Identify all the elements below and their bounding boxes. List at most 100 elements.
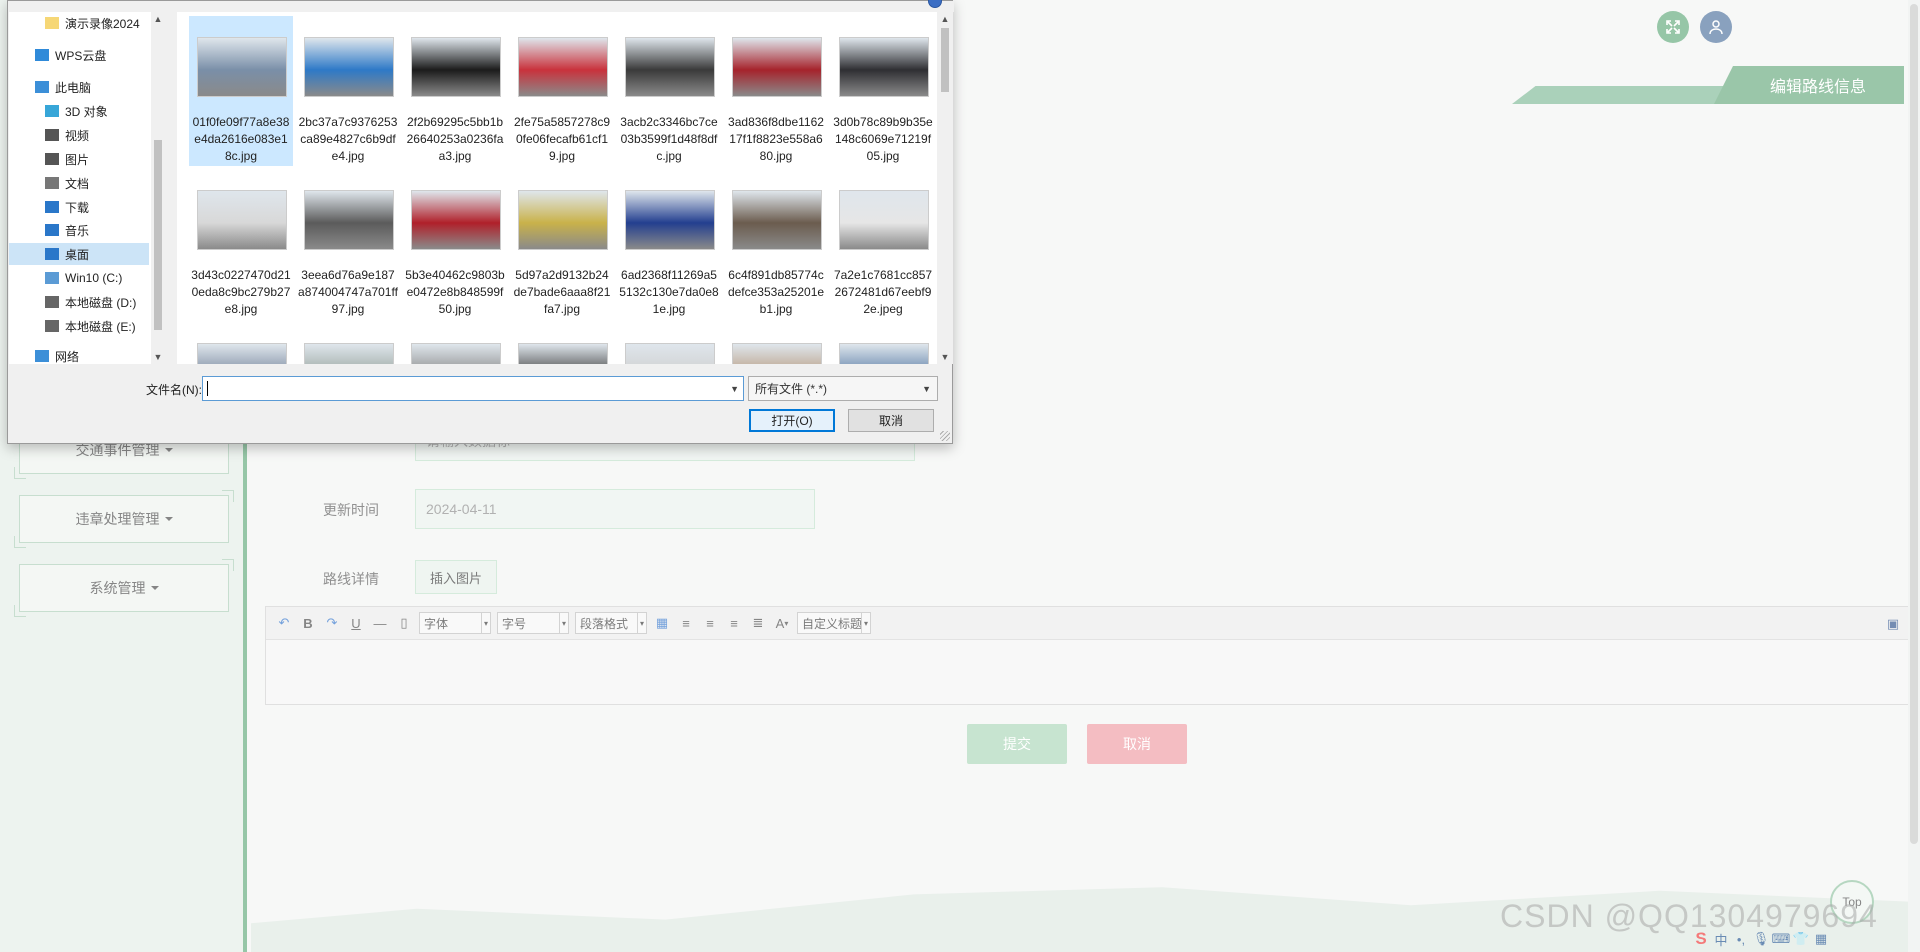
file-item[interactable]: 3ad836f8dbe116217f1f8823e558a680.jpg xyxy=(724,16,828,166)
navigation-pane: 演示录像2024 WPS云盘此电脑 3D 对象视频 图片 文档 下载 音乐 桌面 Win10 (… xyxy=(9,12,165,364)
file-item[interactable]: 6ad2368f11269a55132c130e7da0e81e.jpg xyxy=(617,169,721,319)
nav-item[interactable]: Win10 (C:) xyxy=(9,267,149,289)
file-item[interactable]: 01f0fe09f77a8e38e4da2616e083e18c.jpg xyxy=(189,16,293,166)
file-thumbnail xyxy=(839,328,929,364)
file-item[interactable]: 5d97a2d9132b24de7bade6aaa8f21fa7.jpg xyxy=(510,169,614,319)
file-item[interactable] xyxy=(189,322,293,364)
file-item[interactable] xyxy=(617,322,721,364)
image-thumbnail xyxy=(625,190,715,250)
text-caret xyxy=(207,381,208,396)
image-thumbnail xyxy=(304,343,394,364)
image-thumbnail xyxy=(197,190,287,250)
image-thumbnail xyxy=(197,343,287,364)
filetype-select[interactable]: 所有文件 (*.*) ▼ xyxy=(748,376,938,401)
file-thumbnail xyxy=(732,328,822,364)
file-thumbnail xyxy=(304,175,394,265)
scroll-down-icon[interactable]: ▼ xyxy=(938,350,952,364)
file-item[interactable]: 3d0b78c89b9b35e148c6069e71219f05.jpg xyxy=(831,16,935,166)
scroll-up-icon[interactable]: ▲ xyxy=(938,12,952,26)
file-open-dialog: 演示录像2024 WPS云盘此电脑 3D 对象视频 图片 文档 下载 音乐 桌面 Win10 (… xyxy=(7,0,954,444)
nav-item[interactable]: 网络 xyxy=(9,345,149,367)
file-item[interactable]: 5b3e40462c9803be0472e8b848599f50.jpg xyxy=(403,169,507,319)
resize-grip[interactable] xyxy=(940,431,950,441)
file-name: 2fe75a5857278c90fe06fecafb61cf19.jpg xyxy=(513,115,611,163)
nav-scrollbar-thumb[interactable] xyxy=(154,140,162,330)
file-scrollbar[interactable]: ▲ ▼ xyxy=(937,12,953,364)
file-name: 7a2e1c7681cc8572672481d67eebf92e.jpeg xyxy=(833,268,933,316)
file-item[interactable]: 2fe75a5857278c90fe06fecafb61cf19.jpg xyxy=(510,16,614,166)
nav-item[interactable]: 本地磁盘 (D:) xyxy=(9,291,149,313)
file-name: 5d97a2d9132b24de7bade6aaa8f21fa7.jpg xyxy=(513,268,611,316)
network-icon xyxy=(35,350,49,362)
open-button[interactable]: 打开(O) xyxy=(749,409,835,432)
nav-item[interactable]: 3D 对象 xyxy=(9,100,149,122)
file-thumbnail xyxy=(625,328,715,364)
image-thumbnail xyxy=(411,190,501,250)
nav-item[interactable]: 文档 xyxy=(9,172,149,194)
image-thumbnail xyxy=(304,37,394,97)
image-thumbnail xyxy=(518,190,608,250)
nav-item-label: Win10 (C:) xyxy=(65,271,123,285)
file-item[interactable] xyxy=(724,322,828,364)
nav-item[interactable]: 图片 xyxy=(9,148,149,170)
image-thumbnail xyxy=(411,343,501,364)
nav-item[interactable]: 下载 xyxy=(9,196,149,218)
file-thumbnail xyxy=(411,175,501,265)
file-item[interactable]: 2f2b69295c5bb1b26640253a0236faa3.jpg xyxy=(403,16,507,166)
file-item[interactable]: 3d43c0227470d210eda8c9bc279b27e8.jpg xyxy=(189,169,293,319)
file-item[interactable]: 7a2e1c7681cc8572672481d67eebf92e.jpeg xyxy=(831,169,935,319)
scroll-down-icon[interactable]: ▼ xyxy=(151,350,165,364)
image-thumbnail xyxy=(304,190,394,250)
folder-icon xyxy=(45,17,59,29)
image-thumbnail xyxy=(197,37,287,97)
nav-item[interactable]: 音乐 xyxy=(9,219,149,241)
nav-item-label: 网络 xyxy=(55,349,80,364)
filename-input[interactable]: ▼ xyxy=(202,376,744,401)
nav-item[interactable]: 本地磁盘 (E:) xyxy=(9,315,149,337)
filename-label: 文件名(N): xyxy=(146,383,202,397)
nav-scrollbar[interactable]: ▲ ▼ xyxy=(151,12,165,364)
file-thumbnail xyxy=(197,328,287,364)
file-thumbnail xyxy=(411,22,501,112)
nav-item-label: 3D 对象 xyxy=(65,104,108,119)
nav-item[interactable]: 演示录像2024 xyxy=(9,12,149,34)
file-item[interactable]: 3eea6d76a9e187a874004747a701ff97.jpg xyxy=(296,169,400,319)
dialog-cancel-button[interactable]: 取消 xyxy=(848,409,934,432)
image-thumbnail xyxy=(625,37,715,97)
drive-icon xyxy=(45,296,59,308)
cube-icon xyxy=(45,105,59,117)
file-item[interactable]: 2bc37a7c9376253ca89e4827c6b9dfe4.jpg xyxy=(296,16,400,166)
desktop-icon xyxy=(45,248,59,260)
dialog-title-bar[interactable] xyxy=(8,0,954,12)
image-thumbnail xyxy=(518,37,608,97)
nav-item[interactable]: WPS云盘 xyxy=(9,44,149,66)
image-thumbnail xyxy=(732,343,822,364)
image-icon xyxy=(45,153,59,165)
file-item[interactable] xyxy=(296,322,400,364)
drive-icon xyxy=(45,320,59,332)
drive-icon xyxy=(45,272,59,284)
scroll-up-icon[interactable]: ▲ xyxy=(151,12,165,26)
file-grid: 01f0fe09f77a8e38e4da2616e083e18c.jpg 2bc3… xyxy=(177,12,937,364)
download-icon xyxy=(45,201,59,213)
file-scrollbar-thumb[interactable] xyxy=(941,28,949,92)
nav-item[interactable]: 此电脑 xyxy=(9,76,149,98)
file-name: 2bc37a7c9376253ca89e4827c6b9dfe4.jpg xyxy=(298,115,398,163)
file-item[interactable]: 3acb2c3346bc7ce03b3599f1d48f8dfc.jpg xyxy=(617,16,721,166)
file-thumbnail xyxy=(518,175,608,265)
file-thumbnail xyxy=(304,328,394,364)
file-thumbnail xyxy=(518,328,608,364)
file-item[interactable] xyxy=(510,322,614,364)
file-thumbnail xyxy=(197,175,287,265)
file-name: 3eea6d76a9e187a874004747a701ff97.jpg xyxy=(298,268,398,316)
nav-item[interactable]: 桌面 xyxy=(9,243,149,265)
nav-item[interactable]: 视频 xyxy=(9,124,149,146)
chevron-down-icon[interactable]: ▼ xyxy=(730,377,739,400)
file-item[interactable]: 6c4f891db85774cdefce353a25201eb1.jpg xyxy=(724,169,828,319)
dialog-close-icon[interactable] xyxy=(928,0,942,8)
file-item[interactable] xyxy=(403,322,507,364)
file-item[interactable] xyxy=(831,322,935,364)
video-icon xyxy=(45,129,59,141)
file-name: 3ad836f8dbe116217f1f8823e558a680.jpg xyxy=(728,115,824,163)
file-thumbnail xyxy=(304,22,394,112)
